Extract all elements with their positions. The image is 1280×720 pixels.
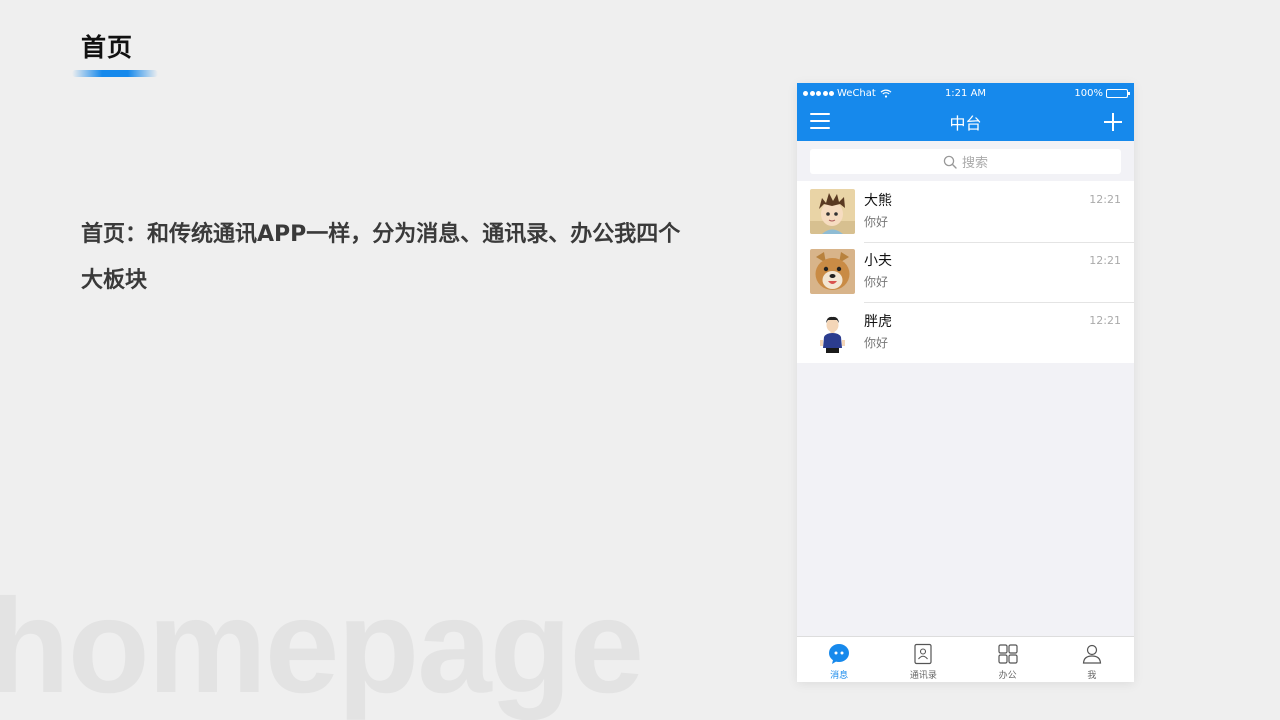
phone-mockup: WeChat 1:21 AM 100% 中台 搜索 大熊 你好 12:21 小夫… — [797, 83, 1134, 682]
nav-bar: 中台 — [797, 103, 1134, 141]
title-underline — [72, 70, 158, 77]
tab-messages[interactable]: 消息 — [797, 637, 881, 682]
chat-message: 你好 — [864, 214, 889, 229]
search-input[interactable]: 搜索 — [810, 149, 1121, 174]
chat-name: 胖虎 — [864, 313, 892, 330]
battery-icon — [1106, 88, 1130, 98]
status-bar: WeChat 1:21 AM 100% — [797, 83, 1134, 103]
status-time: 1:21 AM — [944, 87, 987, 99]
chat-time: 12:21 — [1089, 253, 1121, 267]
chat-item[interactable]: 小夫 你好 12:21 — [797, 241, 1134, 303]
chat-time: 12:21 — [1089, 193, 1121, 206]
tab-label: 办公 — [998, 671, 1017, 681]
cartoon-boy-avatar — [810, 188, 855, 234]
chat-time: 12:21 — [1089, 314, 1121, 327]
person-illustration-avatar — [810, 309, 855, 355]
dog-avatar — [810, 249, 855, 295]
search-placeholder: 搜索 — [961, 156, 988, 171]
grid-apps-icon — [998, 644, 1018, 664]
menu-icon[interactable] — [810, 113, 830, 130]
tab-office[interactable]: 办公 — [966, 637, 1050, 682]
chat-name: 小夫 — [864, 253, 892, 270]
chat-message: 你好 — [864, 335, 889, 350]
search-icon — [943, 155, 957, 169]
background-watermark: homepage — [0, 572, 644, 720]
plus-icon[interactable] — [1104, 113, 1122, 131]
chat-item[interactable]: 胖虎 你好 12:21 — [797, 302, 1134, 363]
tab-label: 消息 — [830, 671, 849, 681]
tab-me[interactable]: 我 — [1050, 637, 1134, 682]
tab-label: 我 — [1087, 671, 1097, 681]
search-area: 搜索 — [797, 141, 1134, 181]
page-title: 首页 — [81, 33, 134, 62]
nav-title: 中台 — [949, 114, 982, 133]
tab-bar: 消息 通讯录 办公 我 — [797, 636, 1134, 682]
chat-list: 大熊 你好 12:21 小夫 你好 12:21 胖虎 你好 12:21 — [797, 181, 1134, 363]
person-icon — [1082, 644, 1102, 664]
tab-contacts[interactable]: 通讯录 — [881, 637, 965, 682]
chat-bubble-icon — [829, 644, 850, 664]
chat-message: 你好 — [864, 275, 889, 290]
chat-name: 大熊 — [864, 192, 892, 209]
tab-label: 通讯录 — [909, 671, 937, 681]
description-text: 首页：和传统通讯APP一样，分为消息、通讯录、办公我四个大板块 — [81, 222, 681, 293]
contacts-book-icon — [914, 643, 932, 665]
top-bar: WeChat 1:21 AM 100% 中台 — [797, 83, 1134, 141]
chat-item[interactable]: 大熊 你好 12:21 — [797, 181, 1134, 242]
